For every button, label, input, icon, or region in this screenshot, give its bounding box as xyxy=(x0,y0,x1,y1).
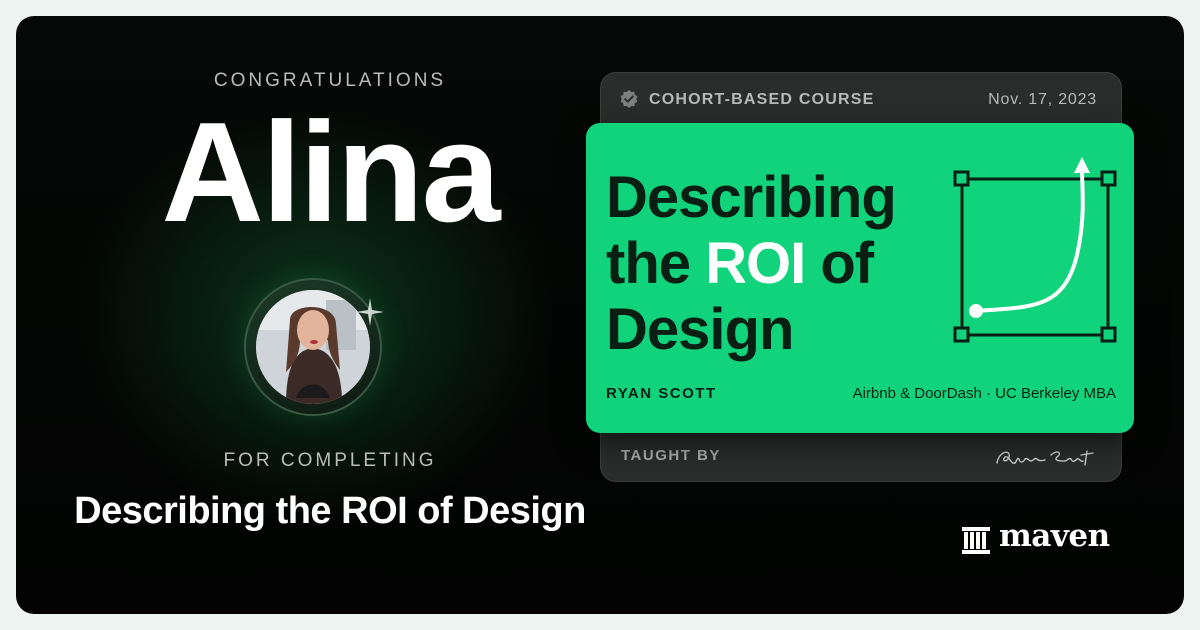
roi-growth-graph-icon xyxy=(953,157,1117,343)
signature-icon xyxy=(996,450,1094,466)
completing-label: FOR COMPLETING xyxy=(223,450,437,471)
cohort-badge-label: COHORT-BASED COURSE xyxy=(649,91,875,108)
recipient-name: Alina xyxy=(161,93,500,252)
avatar xyxy=(256,290,370,404)
verified-badge-icon xyxy=(620,90,638,108)
instructor-name: RYAN SCOTT xyxy=(606,385,717,402)
maven-wordmark: maven xyxy=(999,518,1110,554)
taught-by-label: TAUGHT BY xyxy=(621,447,721,464)
course-card-front: Describing the ROI of Design RYAN SCOTT … xyxy=(586,123,1134,433)
completed-course-title: Describing the ROI of Design xyxy=(74,490,586,532)
sparkle-icon xyxy=(356,298,384,326)
card-course-title: Describing the ROI of Design xyxy=(606,165,946,363)
card-header: COHORT-BASED COURSE Nov. 17, 2023 xyxy=(601,73,1121,125)
recipient-section: CONGRATULATIONS Alina FOR COMPLETING Des… xyxy=(16,16,616,614)
avatar-photo-icon xyxy=(256,290,370,404)
maven-columns-icon xyxy=(962,527,990,554)
congratulations-label: CONGRATULATIONS xyxy=(213,70,447,91)
completion-date: Nov. 17, 2023 xyxy=(988,91,1097,108)
card-title-highlight: ROI xyxy=(705,231,806,296)
card-footer: TAUGHT BY xyxy=(601,431,1121,481)
instructor-credentials: Airbnb & DoorDash · UC Berkeley MBA xyxy=(852,385,1116,402)
certificate-frame: CONGRATULATIONS Alina FOR COMPLETING Des… xyxy=(16,16,1184,614)
